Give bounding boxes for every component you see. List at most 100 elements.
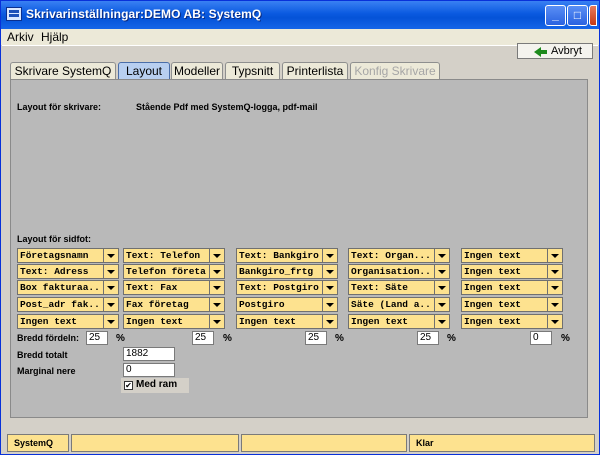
dropdown-arrow-icon[interactable] [547, 281, 562, 294]
med-ram-checkbox[interactable]: ✔ Med ram [121, 378, 189, 393]
app-icon [6, 7, 22, 21]
footer-combo-c5-r3[interactable]: Ingen text [461, 280, 563, 295]
pct-label-4: % [447, 333, 456, 344]
status-cell-1: SystemQ [7, 434, 69, 452]
combo-value: Telefon företag [126, 266, 206, 277]
tab-modeller[interactable]: Modeller [171, 62, 223, 79]
dropdown-arrow-icon[interactable] [434, 315, 449, 328]
combo-value: Text: Postgiro [239, 282, 319, 293]
bredd-input-1[interactable]: 25 [86, 331, 108, 345]
avbryt-label: Avbryt [551, 45, 582, 57]
combo-value: Ingen text [126, 316, 184, 327]
marginal-nere-input[interactable]: 0 [123, 363, 175, 377]
footer-combo-c2-r4[interactable]: Fax företag [123, 297, 225, 312]
footer-combo-c4-r3[interactable]: Text: Säte [348, 280, 450, 295]
dropdown-arrow-icon[interactable] [322, 281, 337, 294]
dropdown-arrow-icon[interactable] [434, 298, 449, 311]
footer-combo-c3-r1[interactable]: Text: Bankgiro [236, 248, 338, 263]
pct-label-1: % [116, 333, 125, 344]
minimize-button[interactable]: _ [545, 5, 566, 26]
dropdown-arrow-icon[interactable] [322, 249, 337, 262]
dropdown-arrow-icon[interactable] [209, 265, 224, 278]
close-button[interactable]: ✕ [589, 5, 597, 26]
dropdown-arrow-icon[interactable] [322, 298, 337, 311]
dropdown-arrow-icon[interactable] [434, 281, 449, 294]
combo-value: Ingen text [351, 316, 409, 327]
menu-hjalp[interactable]: Hjälp [41, 30, 68, 44]
combo-value: Företagsnamn [20, 250, 89, 261]
dropdown-arrow-icon[interactable] [103, 281, 118, 294]
combo-value: Text: Adress [20, 266, 89, 277]
footer-combo-c4-r5[interactable]: Ingen text [348, 314, 450, 329]
footer-combo-c5-r2[interactable]: Ingen text [461, 264, 563, 279]
footer-combo-c5-r1[interactable]: Ingen text [461, 248, 563, 263]
dropdown-arrow-icon[interactable] [547, 265, 562, 278]
dropdown-arrow-icon[interactable] [103, 298, 118, 311]
footer-combo-c5-r4[interactable]: Ingen text [461, 297, 563, 312]
footer-combo-c3-r5[interactable]: Ingen text [236, 314, 338, 329]
combo-value: Ingen text [239, 316, 297, 327]
footer-combo-c3-r4[interactable]: Postgiro [236, 297, 338, 312]
dropdown-arrow-icon[interactable] [322, 265, 337, 278]
pct-label-5: % [561, 333, 570, 344]
footer-combo-c1-r1[interactable]: Företagsnamn [17, 248, 119, 263]
footer-combo-c1-r5[interactable]: Ingen text [17, 314, 119, 329]
footer-combo-c1-r4[interactable]: Post_adr fak... [17, 297, 119, 312]
marginal-nere-label: Marginal nere [17, 366, 76, 376]
avbryt-button[interactable]: Avbryt [517, 43, 593, 59]
dropdown-arrow-icon[interactable] [103, 265, 118, 278]
tab-typsnitt[interactable]: Typsnitt [225, 62, 280, 79]
bredd-input-2[interactable]: 25 [192, 331, 214, 345]
combo-value: Ingen text [464, 316, 522, 327]
dropdown-arrow-icon[interactable] [434, 249, 449, 262]
footer-combo-c2-r1[interactable]: Text: Telefon [123, 248, 225, 263]
window-title: Skrivarinställningar:DEMO AB: SystemQ [26, 7, 262, 21]
checkmark-icon: ✔ [124, 381, 133, 390]
pct-label-2: % [223, 333, 232, 344]
bredd-input-3[interactable]: 25 [305, 331, 327, 345]
footer-combo-c2-r2[interactable]: Telefon företag [123, 264, 225, 279]
dropdown-arrow-icon[interactable] [209, 298, 224, 311]
maximize-button[interactable]: □ [567, 5, 588, 26]
bredd-input-5[interactable]: 0 [530, 331, 552, 345]
footer-combo-c4-r2[interactable]: Organisation... [348, 264, 450, 279]
footer-combo-c3-r3[interactable]: Text: Postgiro [236, 280, 338, 295]
layout-printer-label: Layout för skrivare: [17, 102, 102, 112]
dropdown-arrow-icon[interactable] [209, 281, 224, 294]
footer-combo-c1-r3[interactable]: Box fakturaa... [17, 280, 119, 295]
footer-combo-c2-r3[interactable]: Text: Fax [123, 280, 225, 295]
status-cell-4: Klar [409, 434, 595, 452]
dropdown-arrow-icon[interactable] [547, 315, 562, 328]
footer-combo-c5-r5[interactable]: Ingen text [461, 314, 563, 329]
footer-combo-c4-r1[interactable]: Text: Organ... [348, 248, 450, 263]
combo-value: Ingen text [464, 250, 522, 261]
combo-value: Text: Telefon [126, 250, 201, 261]
title-bar[interactable]: Skrivarinställningar:DEMO AB: SystemQ _ … [1, 1, 599, 29]
tab-skrivare-systemq[interactable]: Skrivare SystemQ [10, 62, 116, 79]
combo-value: Box fakturaa... [20, 282, 100, 293]
footer-combo-c4-r4[interactable]: Säte (Land a... [348, 297, 450, 312]
tab-printerlista[interactable]: Printerlista [282, 62, 348, 79]
footer-combo-c3-r2[interactable]: Bankgiro_frtg [236, 264, 338, 279]
footer-combo-c2-r5[interactable]: Ingen text [123, 314, 225, 329]
dropdown-arrow-icon[interactable] [209, 315, 224, 328]
dropdown-arrow-icon[interactable] [322, 315, 337, 328]
menu-arkiv[interactable]: Arkiv [7, 30, 34, 44]
menu-bar: Arkiv Hjälp [1, 29, 599, 45]
dropdown-arrow-icon[interactable] [209, 249, 224, 262]
dropdown-arrow-icon[interactable] [103, 249, 118, 262]
dropdown-arrow-icon[interactable] [547, 298, 562, 311]
dropdown-arrow-icon[interactable] [434, 265, 449, 278]
combo-value: Säte (Land a... [351, 299, 431, 310]
combo-value: Organisation... [351, 266, 431, 277]
footer-combo-c1-r2[interactable]: Text: Adress [17, 264, 119, 279]
bredd-input-4[interactable]: 25 [417, 331, 439, 345]
back-arrow-icon [534, 47, 547, 57]
combo-value: Text: Fax [126, 282, 178, 293]
combo-value: Ingen text [20, 316, 78, 327]
dropdown-arrow-icon[interactable] [547, 249, 562, 262]
bredd-totalt-input[interactable]: 1882 [123, 347, 175, 361]
dropdown-arrow-icon[interactable] [103, 315, 118, 328]
combo-value: Fax företag [126, 299, 189, 310]
status-cell-2 [71, 434, 239, 452]
